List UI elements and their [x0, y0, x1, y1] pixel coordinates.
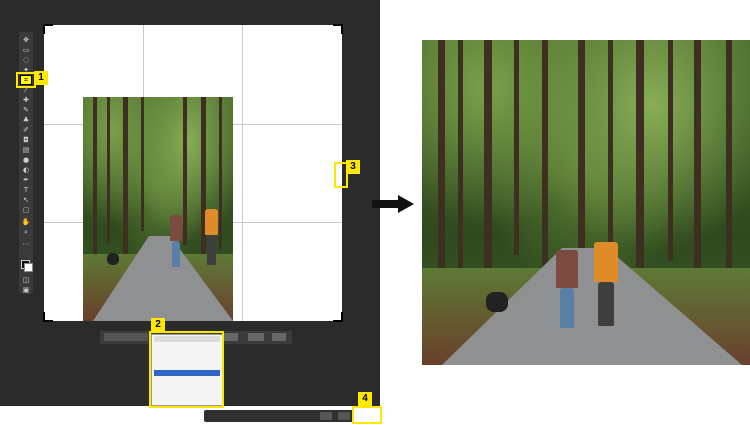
eraser-tool-icon[interactable]: ◘	[21, 136, 31, 144]
crop-canvas[interactable]	[43, 24, 343, 322]
dropdown-highlight	[149, 331, 224, 408]
lasso-tool-icon[interactable]: ◌	[21, 56, 31, 64]
pen-tool-icon[interactable]: ✒	[21, 176, 31, 184]
step-1-badge: 1	[34, 71, 48, 85]
history-brush-icon[interactable]: ✐	[21, 126, 31, 134]
dodge-tool-icon[interactable]: ◐	[21, 166, 31, 174]
grid-line	[242, 25, 243, 321]
crop-handle[interactable]	[333, 312, 343, 322]
original-photo	[83, 97, 233, 321]
step-4-badge: 4	[358, 392, 372, 406]
step-3-badge: 3	[346, 160, 360, 174]
blur-tool-icon[interactable]: ●	[21, 156, 31, 164]
marquee-tool-icon[interactable]: ▭	[21, 46, 31, 54]
type-tool-icon[interactable]: T	[21, 186, 31, 194]
screen-mode-icon[interactable]: ▣	[21, 286, 31, 294]
stamp-tool-icon[interactable]: ♣	[21, 116, 31, 124]
brush-tool-icon[interactable]: ✎	[21, 106, 31, 114]
cancel-button[interactable]	[320, 412, 332, 420]
option-button[interactable]	[272, 333, 286, 341]
crop-tool-highlight	[16, 72, 36, 88]
ratio-select[interactable]	[104, 333, 148, 341]
hand-tool-icon[interactable]: ✋	[21, 218, 31, 226]
quick-mask-icon[interactable]: ◫	[21, 276, 31, 284]
action-bar	[204, 410, 354, 422]
background-color-swatch[interactable]	[24, 263, 33, 272]
cropped-result-photo	[422, 40, 750, 365]
editor-window: ✥ ▭ ◌ ✦ ⌗ ⁄ ✚ ✎ ♣ ✐ ◘ ▤ ● ◐ ✒ T ↖ ▢ ✋ ⌕ …	[0, 0, 380, 408]
more-tools-icon[interactable]: ⋯	[21, 240, 31, 248]
zoom-tool-icon[interactable]: ⌕	[21, 228, 31, 236]
healing-tool-icon[interactable]: ✚	[21, 96, 31, 104]
gradient-tool-icon[interactable]: ▤	[21, 146, 31, 154]
option-button[interactable]	[248, 333, 264, 341]
option-field[interactable]	[224, 333, 238, 341]
shape-tool-icon[interactable]: ▢	[21, 206, 31, 214]
crop-handle[interactable]	[43, 312, 53, 322]
crop-handle[interactable]	[43, 24, 53, 34]
step-2-badge: 2	[151, 318, 165, 332]
path-select-icon[interactable]: ↖	[21, 196, 31, 204]
commit-button-highlight[interactable]	[352, 406, 382, 424]
move-tool-icon[interactable]: ✥	[21, 36, 31, 44]
arrow-right-icon	[372, 195, 414, 213]
reset-button[interactable]	[338, 412, 350, 420]
crop-handle[interactable]	[333, 24, 343, 34]
